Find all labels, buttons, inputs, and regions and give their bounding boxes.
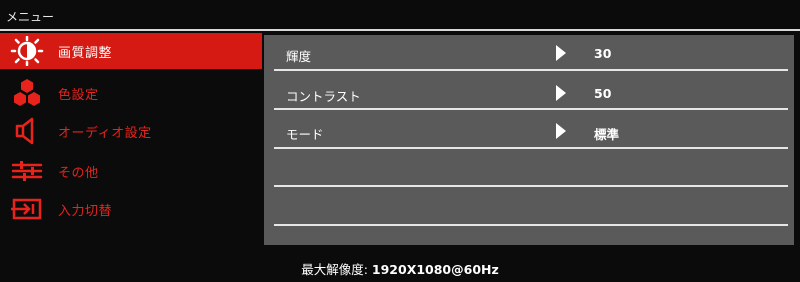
input-source-icon <box>0 191 54 227</box>
sidebar-item-input[interactable]: 入力切替 <box>0 191 262 227</box>
setting-value: 30 <box>594 46 612 61</box>
sidebar-item-picture[interactable]: 画質調整 <box>0 33 262 69</box>
sidebar-item-label: 入力切替 <box>58 203 113 219</box>
speaker-icon <box>0 113 54 149</box>
settings-panel: 輝度 30 コントラスト 50 モード 標準 <box>264 35 794 245</box>
brightness-sun-icon <box>0 33 54 69</box>
row-divider <box>274 185 788 187</box>
setting-row-empty <box>264 151 794 189</box>
sidebar-item-label: オーディオ設定 <box>58 125 152 141</box>
resolution-value: 1920X1080@60Hz <box>371 262 499 277</box>
sidebar-item-label: 色設定 <box>58 87 99 103</box>
sidebar-item-label: 画質調整 <box>58 45 113 61</box>
setting-label: 輝度 <box>286 49 312 64</box>
sidebar-item-audio[interactable]: オーディオ設定 <box>0 113 262 149</box>
resolution-status: 最大解像度: 1920X1080@60Hz <box>0 259 800 278</box>
setting-row-empty <box>264 189 794 227</box>
title-divider <box>0 29 800 31</box>
sidebar-item-label: その他 <box>58 165 99 181</box>
arrow-right-icon <box>556 45 566 61</box>
menu-title: メニュー <box>6 10 55 24</box>
color-hexagons-icon <box>0 75 54 111</box>
row-divider <box>274 108 788 110</box>
setting-label: モード <box>286 127 324 142</box>
sidebar-item-other[interactable]: その他 <box>0 153 262 189</box>
row-divider <box>274 224 788 226</box>
sliders-icon <box>0 153 54 189</box>
sidebar-item-color[interactable]: 色設定 <box>0 75 262 111</box>
row-divider <box>274 147 788 149</box>
sidebar-menu: 画質調整 色設定 オーディオ設定 その他 入力切替 <box>0 33 262 245</box>
row-divider <box>274 69 788 71</box>
setting-value: 標準 <box>594 127 620 142</box>
setting-value: 50 <box>594 86 612 101</box>
arrow-right-icon <box>556 85 566 101</box>
setting-label: コントラスト <box>286 89 361 104</box>
setting-row-mode[interactable]: モード 標準 <box>264 113 794 151</box>
setting-row-brightness[interactable]: 輝度 30 <box>264 35 794 73</box>
arrow-right-icon <box>556 123 566 139</box>
monitor-osd: メニュー 画質調整 色設定 オーディオ設定 その他 入力切替 輝度 30 コント… <box>0 0 800 282</box>
resolution-label: 最大解像度: <box>301 262 372 277</box>
